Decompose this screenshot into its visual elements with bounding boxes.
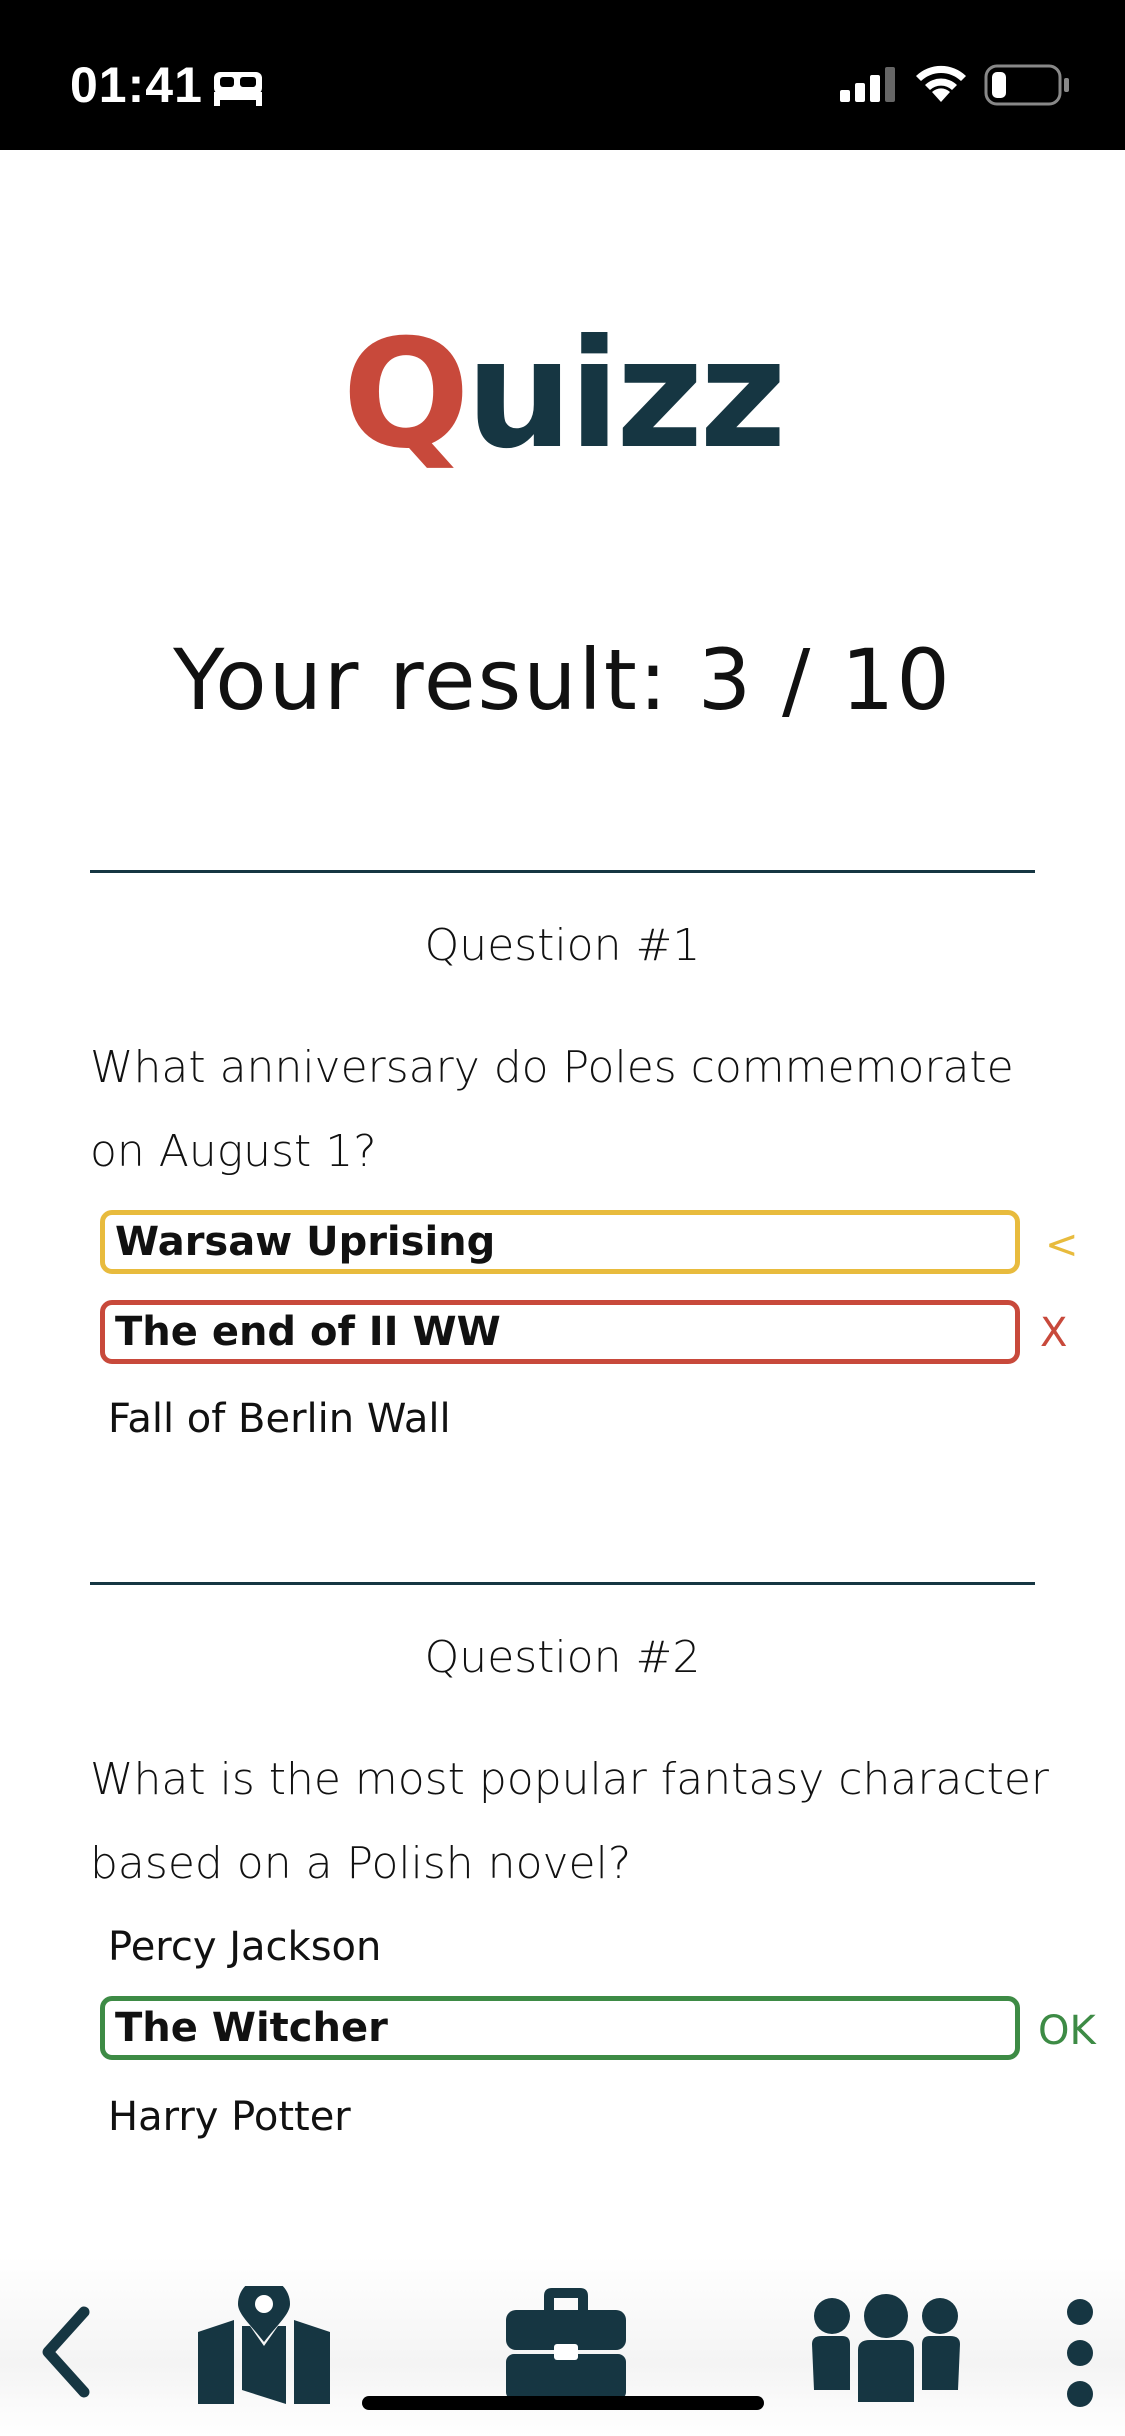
map-icon[interactable] <box>194 2278 334 2410</box>
status-time: 01:41 <box>70 57 203 113</box>
bed-icon <box>212 68 264 112</box>
logo-rest: uizz <box>465 308 787 482</box>
briefcase-icon[interactable] <box>504 2286 628 2406</box>
battery-icon <box>984 64 1070 110</box>
wifi-icon <box>912 58 970 108</box>
app-logo: Quizz <box>0 320 1125 470</box>
back-icon[interactable] <box>36 2302 96 2406</box>
answer-marker-wrong: X <box>1040 1310 1068 1356</box>
question-title: Question #2 <box>424 1632 701 1683</box>
answer-option: Warsaw Uprising <box>100 1210 1020 1274</box>
answer-option: The end of II WW <box>100 1300 1020 1364</box>
group-icon[interactable] <box>810 2294 962 2408</box>
answer-option: The Witcher <box>100 1996 1020 2060</box>
answer-marker-correct: OK <box>1038 2008 1096 2054</box>
answer-option: Harry Potter <box>108 2094 351 2140</box>
answer-marker-highlight: < <box>1045 1222 1079 1268</box>
signal-icon <box>838 64 898 108</box>
result-heading: Your result: 3 / 10 <box>173 631 952 729</box>
question-divider <box>90 1582 1035 1585</box>
question-title: Question #1 <box>424 920 701 971</box>
status-bar: 01:41 <box>0 0 1125 150</box>
more-icon[interactable] <box>1064 2298 1096 2412</box>
question-divider <box>90 870 1035 873</box>
question-text: What anniversary do Poles commemorate on… <box>90 1042 1014 1177</box>
answer-option: Fall of Berlin Wall <box>108 1396 451 1442</box>
home-indicator[interactable] <box>362 2396 764 2410</box>
question-text: What is the most popular fantasy charact… <box>90 1754 1049 1889</box>
logo-q: Q <box>342 308 470 482</box>
answer-option: Percy Jackson <box>108 1924 382 1970</box>
